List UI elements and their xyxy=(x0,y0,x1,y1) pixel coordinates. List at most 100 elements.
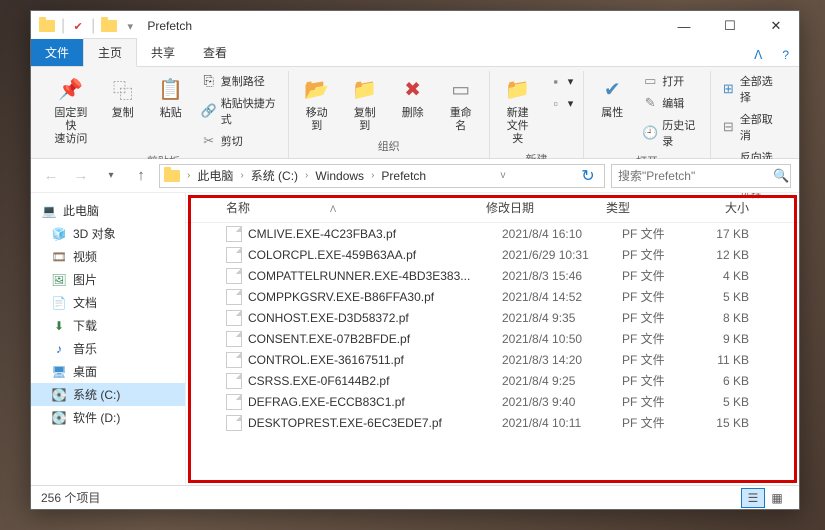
file-name: COMPATTELRUNNER.EXE-4BD3E383... xyxy=(248,269,502,283)
file-date: 2021/8/3 9:40 xyxy=(502,395,622,409)
paste-shortcut-button[interactable]: 🔗粘贴快捷方式 xyxy=(197,93,282,129)
file-row[interactable]: CONTROL.EXE-36167511.pf 2021/8/3 14:20 P… xyxy=(186,349,799,370)
file-row[interactable]: CONSENT.EXE-07B2BFDE.pf 2021/8/4 10:50 P… xyxy=(186,328,799,349)
copy-to-button[interactable]: 📁复制到 xyxy=(343,71,387,135)
file-row[interactable]: DEFRAG.EXE-ECCB83C1.pf 2021/8/3 9:40 PF … xyxy=(186,391,799,412)
file-icon xyxy=(226,226,242,242)
file-list[interactable]: CMLIVE.EXE-4C23FBA3.pf 2021/8/4 16:10 PF… xyxy=(186,223,799,485)
thumbnail-view-button[interactable]: ▦ xyxy=(765,488,789,508)
tab-share[interactable]: 共享 xyxy=(137,39,189,66)
file-date: 2021/8/4 16:10 xyxy=(502,227,622,241)
recent-dropdown[interactable]: ▾ xyxy=(99,164,123,188)
nav-item-icon: 🎞 xyxy=(51,249,67,265)
search-input[interactable] xyxy=(618,169,773,183)
file-type: PF 文件 xyxy=(622,351,712,368)
help-button[interactable]: ? xyxy=(772,44,799,66)
cut-button[interactable]: ✂剪切 xyxy=(197,131,282,151)
details-view-button[interactable]: ☰ xyxy=(741,488,765,508)
delete-button[interactable]: ✖删除 xyxy=(391,71,435,122)
maximize-button[interactable]: ☐ xyxy=(707,11,753,41)
file-date: 2021/6/29 10:31 xyxy=(502,248,622,262)
select-all-button[interactable]: ⊞全部选择 xyxy=(717,71,785,107)
select-none-button[interactable]: ⊟全部取消 xyxy=(717,109,785,145)
move-to-button[interactable]: 📂移动到 xyxy=(295,71,339,135)
nav-item[interactable]: 🧊 3D 对象 xyxy=(31,222,185,245)
file-type: PF 文件 xyxy=(622,225,712,242)
copy-button[interactable]: ⿻ 复制 xyxy=(101,71,145,122)
pin-to-quick-access-button[interactable]: 📌 固定到快 速访问 xyxy=(45,71,97,149)
chevron-right-icon[interactable]: › xyxy=(368,170,377,181)
nav-item-label: 3D 对象 xyxy=(73,225,116,242)
breadcrumb-segment[interactable]: Windows xyxy=(311,169,368,183)
file-row[interactable]: COLORCPL.EXE-459B63AA.pf 2021/6/29 10:31… xyxy=(186,244,799,265)
nav-item[interactable]: 💽软件 (D:) xyxy=(31,406,185,429)
column-header-size[interactable]: 大小 xyxy=(696,199,759,216)
paste-button[interactable]: 📋 粘贴 xyxy=(149,71,193,122)
file-row[interactable]: COMPPKGSRV.EXE-B86FFA30.pf 2021/8/4 14:5… xyxy=(186,286,799,307)
breadcrumb-segment[interactable]: 此电脑 xyxy=(193,167,237,184)
nav-item[interactable]: ⬇下载 xyxy=(31,314,185,337)
nav-item[interactable]: 💽系统 (C:) xyxy=(31,383,185,406)
properties-button[interactable]: ✔属性 xyxy=(590,71,634,122)
ribbon-group-new: 📁新建 文件夹 ▪▾ ▫▾ 新建 xyxy=(490,71,585,158)
tab-file[interactable]: 文件 xyxy=(31,39,83,66)
file-type: PF 文件 xyxy=(622,414,712,431)
column-header-name[interactable]: 名称ᐱ xyxy=(226,199,486,216)
open-button[interactable]: ▭打开 xyxy=(638,71,704,91)
qat-dropdown-icon[interactable]: ▾ xyxy=(123,19,137,33)
nav-item[interactable]: 🖼图片 xyxy=(31,268,185,291)
back-button[interactable]: ← xyxy=(39,164,63,188)
file-icon xyxy=(226,310,242,326)
tab-view[interactable]: 查看 xyxy=(189,39,241,66)
file-row[interactable]: CMLIVE.EXE-4C23FBA3.pf 2021/8/4 16:10 PF… xyxy=(186,223,799,244)
address-box[interactable]: › 此电脑 › 系统 (C:) › Windows › Prefetch v ↻ xyxy=(159,164,605,188)
folder-icon xyxy=(164,170,180,182)
file-size: 6 KB xyxy=(712,374,759,388)
breadcrumb-segment[interactable]: Prefetch xyxy=(377,169,430,183)
close-button[interactable]: ✕ xyxy=(753,11,799,41)
easy-access-button[interactable]: ▫▾ xyxy=(544,93,578,113)
minimize-button[interactable]: — xyxy=(661,11,707,41)
forward-button[interactable]: → xyxy=(69,164,93,188)
up-button[interactable]: ↑ xyxy=(129,164,153,188)
sort-indicator-icon: ᐱ xyxy=(330,204,336,214)
file-row[interactable]: CSRSS.EXE-0F6144B2.pf 2021/8/4 9:25 PF 文… xyxy=(186,370,799,391)
nav-item-icon: 🧊 xyxy=(51,226,67,242)
navigation-pane: 💻 此电脑 🧊 3D 对象 🎞视频🖼图片📄文档⬇下载♪音乐🖥桌面💽系统 (C:)💽软… xyxy=(31,193,186,485)
nav-item[interactable]: 📄文档 xyxy=(31,291,185,314)
file-date: 2021/8/3 14:20 xyxy=(502,353,622,367)
file-size: 11 KB xyxy=(712,353,759,367)
address-dropdown-icon[interactable]: v xyxy=(491,170,515,181)
column-header-type[interactable]: 类型 xyxy=(606,199,696,216)
tab-home[interactable]: 主页 xyxy=(83,38,137,67)
breadcrumb-segment[interactable]: 系统 (C:) xyxy=(247,167,302,184)
ribbon-collapse-icon[interactable]: ᐱ xyxy=(744,44,772,66)
copy-path-button[interactable]: ⎘复制路径 xyxy=(197,71,282,91)
file-row[interactable]: DESKTOPREST.EXE-6EC3EDE7.pf 2021/8/4 10:… xyxy=(186,412,799,433)
file-icon xyxy=(226,415,242,431)
qat-checkmark-icon[interactable]: ✔ xyxy=(71,19,85,33)
file-type: PF 文件 xyxy=(622,330,712,347)
nav-root-this-pc[interactable]: 💻 此电脑 xyxy=(31,199,185,222)
file-row[interactable]: CONHOST.EXE-D3D58372.pf 2021/8/4 9:35 PF… xyxy=(186,307,799,328)
rename-button[interactable]: ▭重命名 xyxy=(439,71,483,135)
file-row[interactable]: COMPATTELRUNNER.EXE-4BD3E383... 2021/8/3… xyxy=(186,265,799,286)
chevron-right-icon[interactable]: › xyxy=(184,170,193,181)
column-header-date[interactable]: 修改日期 xyxy=(486,199,606,216)
paste-shortcut-icon: 🔗 xyxy=(201,103,217,119)
nav-item[interactable]: 🖥桌面 xyxy=(31,360,185,383)
chevron-right-icon[interactable]: › xyxy=(237,170,246,181)
nav-item-icon: ♪ xyxy=(51,341,67,357)
nav-item[interactable]: 🎞视频 xyxy=(31,245,185,268)
search-box[interactable]: 🔍 xyxy=(611,164,791,188)
nav-item[interactable]: ♪音乐 xyxy=(31,337,185,360)
refresh-button[interactable]: ↻ xyxy=(576,166,600,186)
edit-button[interactable]: ✎编辑 xyxy=(638,93,704,113)
chevron-right-icon[interactable]: › xyxy=(302,170,311,181)
folder-icon-2[interactable] xyxy=(101,20,117,32)
new-item-icon: ▪ xyxy=(548,73,564,89)
history-button[interactable]: 🕘历史记录 xyxy=(638,115,704,151)
search-icon[interactable]: 🔍 xyxy=(773,168,789,184)
new-folder-button[interactable]: 📁新建 文件夹 xyxy=(496,71,540,149)
new-item-button[interactable]: ▪▾ xyxy=(544,71,578,91)
